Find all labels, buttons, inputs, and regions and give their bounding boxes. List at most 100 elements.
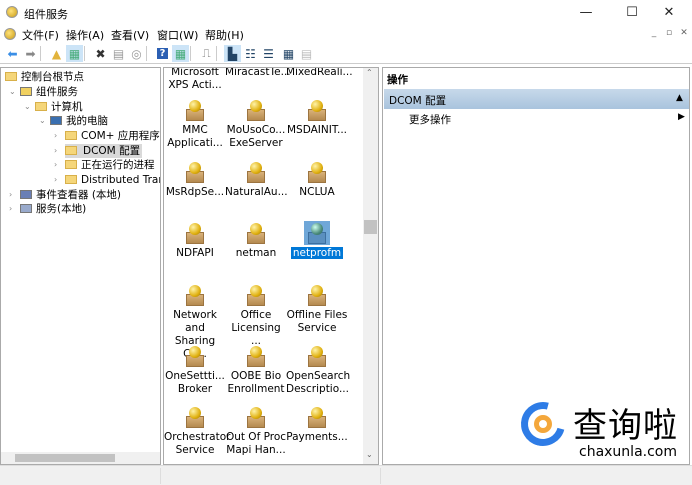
- tree-node[interactable]: 正在运行的进程: [65, 158, 155, 172]
- item-name-line2: Service: [175, 444, 215, 456]
- component-icon: [182, 344, 208, 368]
- help-icon: ?: [156, 48, 169, 59]
- small-buttons-view-icon[interactable]: ☷: [242, 45, 259, 62]
- delete-button[interactable]: ✖: [92, 45, 109, 62]
- folder-icon: [65, 175, 77, 184]
- item-name-line1: netman: [235, 247, 277, 259]
- dcom-item-label: Out Of Proc Mapi Han...: [225, 431, 287, 457]
- back-icon: ⬅: [7, 46, 18, 61]
- expand-arrow-icon[interactable]: ›: [54, 160, 57, 169]
- tree-node[interactable]: DCOM 配置: [65, 144, 143, 158]
- list-view-button[interactable]: ☰: [260, 45, 277, 62]
- actions-section-dcom[interactable]: DCOM 配置 ▲: [384, 89, 689, 109]
- tree-node[interactable]: 我的电脑: [50, 114, 108, 128]
- mdi-restore-button[interactable]: ▫: [662, 28, 676, 40]
- item-name-line1: MsRdpSe...: [165, 186, 225, 198]
- menu-action[interactable]: 操作(A): [66, 27, 104, 43]
- scroll-up-icon[interactable]: ⌃: [366, 68, 373, 77]
- properties-icon: ▤: [112, 46, 125, 61]
- dcom-item-label: Payments...: [286, 431, 348, 444]
- item-name-line1: OneSettti...: [165, 370, 225, 382]
- item-name-line1: MSDAINIT...: [286, 124, 348, 136]
- tree-node[interactable]: COM+ 应用程序: [65, 129, 160, 143]
- close-button[interactable]: ✕: [646, 0, 692, 25]
- tree-horizontal-scrollbar[interactable]: [1, 452, 160, 464]
- tree-node[interactable]: 事件查看器 (本地): [20, 188, 121, 202]
- component-icon: [243, 405, 269, 429]
- tree-node-label: DCOM 配置: [83, 145, 141, 157]
- collapse-arrow-icon[interactable]: ⌄: [39, 116, 46, 125]
- watermark-brand: 查询啦: [573, 406, 678, 446]
- large-buttons-view-icon[interactable]: ▙: [224, 45, 241, 62]
- dcom-item-label: Orchestrator Service: [164, 431, 230, 457]
- item-name-line1: Out Of Proc: [225, 431, 287, 443]
- menu-window[interactable]: 窗口(W): [157, 27, 198, 43]
- back-button[interactable]: ⬅: [4, 45, 21, 62]
- dcom-item-label: OneSettti... Broker: [164, 370, 226, 396]
- expand-arrow-icon[interactable]: ›: [54, 175, 57, 184]
- item-name-line1: MixedReali...: [286, 67, 353, 78]
- scroll-thumb[interactable]: [364, 220, 377, 234]
- title-bar: 组件服务 — ☐ ✕: [0, 0, 692, 25]
- expand-arrow-icon[interactable]: ›: [54, 131, 57, 140]
- menu-bar: 文件(F) 操作(A) 查看(V) 窗口(W) 帮助(H) _ ▫ ✕: [0, 25, 692, 43]
- system-menu-icon[interactable]: [4, 28, 16, 40]
- menu-help[interactable]: 帮助(H): [205, 27, 244, 43]
- expand-arrow-icon[interactable]: ›: [54, 146, 57, 155]
- item-name-line2: Broker: [177, 383, 213, 395]
- forward-button[interactable]: ➡: [22, 45, 39, 62]
- up-folder-button[interactable]: ▲: [48, 45, 65, 62]
- dcom-item-label: Office Licensing ...: [225, 309, 287, 348]
- item-name-line2: Service: [297, 322, 337, 334]
- item-name-line1: MiracastTe...: [225, 67, 291, 78]
- actions-pane: 操作 DCOM 配置 ▲ 更多操作 ▶ 查询啦 chaxunla.com: [382, 67, 690, 465]
- dcom-item-label: OOBE Bio Enrollment: [225, 370, 287, 396]
- tree-node-label: 服务(本地): [36, 203, 87, 215]
- expand-arrow-icon[interactable]: ›: [9, 190, 12, 199]
- component-icon: [304, 344, 330, 368]
- status-bar: [0, 465, 692, 485]
- detail-view-button[interactable]: ▦: [280, 45, 297, 62]
- dcom-item-label: netprofm: [286, 247, 348, 260]
- export-button[interactable]: ⎍: [198, 45, 215, 62]
- tree-node[interactable]: Distributed Trans: [65, 173, 160, 187]
- show-hide-tree-button[interactable]: ▦: [66, 45, 83, 62]
- items-vertical-scrollbar[interactable]: ⌃ ⌄: [363, 68, 378, 464]
- list-view-icon: ☰: [263, 46, 274, 61]
- collapse-icon[interactable]: ▲: [676, 93, 683, 103]
- dcom-item-label: MMC Applicati...: [164, 124, 226, 150]
- tree-node[interactable]: 计算机: [35, 100, 83, 114]
- dcom-item-label: MsRdpSe...: [164, 186, 226, 199]
- tree-node[interactable]: 组件服务: [20, 85, 78, 99]
- scroll-down-icon[interactable]: ⌄: [366, 450, 373, 459]
- help-button[interactable]: ?: [154, 45, 171, 62]
- menu-file[interactable]: 文件(F): [22, 27, 59, 43]
- mdi-minimize-button[interactable]: _: [647, 28, 661, 40]
- collapse-arrow-icon[interactable]: ⌄: [9, 87, 16, 96]
- tree-node[interactable]: 服务(本地): [20, 202, 86, 216]
- forward-icon: ➡: [25, 46, 36, 61]
- properties-button[interactable]: ▤: [110, 45, 127, 62]
- snap-in-icon: [20, 204, 32, 213]
- dcom-item-label: NDFAPI: [164, 247, 226, 260]
- menu-view[interactable]: 查看(V): [111, 27, 149, 43]
- more-actions-item[interactable]: 更多操作 ▶: [384, 110, 689, 128]
- item-name-line1: OpenSearch: [286, 370, 351, 382]
- collapse-arrow-icon[interactable]: ⌄: [24, 102, 31, 111]
- item-name-line1: Office: [240, 309, 272, 321]
- minimize-button[interactable]: —: [563, 0, 609, 25]
- expand-arrow-icon[interactable]: ›: [9, 204, 12, 213]
- component-icon: [182, 160, 208, 184]
- dcom-item-label: MSDAINIT...: [286, 124, 348, 137]
- item-name-line1: Orchestrator: [164, 431, 231, 443]
- folder-icon: [65, 160, 77, 169]
- component-icon: [304, 405, 330, 429]
- refresh-button[interactable]: ◎: [128, 45, 145, 62]
- tree-node[interactable]: 控制台根节点: [5, 70, 84, 84]
- mdi-close-button[interactable]: ✕: [677, 28, 691, 40]
- show-action-pane-button[interactable]: ▦: [172, 45, 189, 62]
- dcom-item-label: NCLUA: [286, 186, 348, 199]
- item-name-line1: netprofm: [290, 247, 344, 259]
- configure-button[interactable]: ▤: [298, 45, 315, 62]
- configure-icon: ▤: [300, 46, 313, 61]
